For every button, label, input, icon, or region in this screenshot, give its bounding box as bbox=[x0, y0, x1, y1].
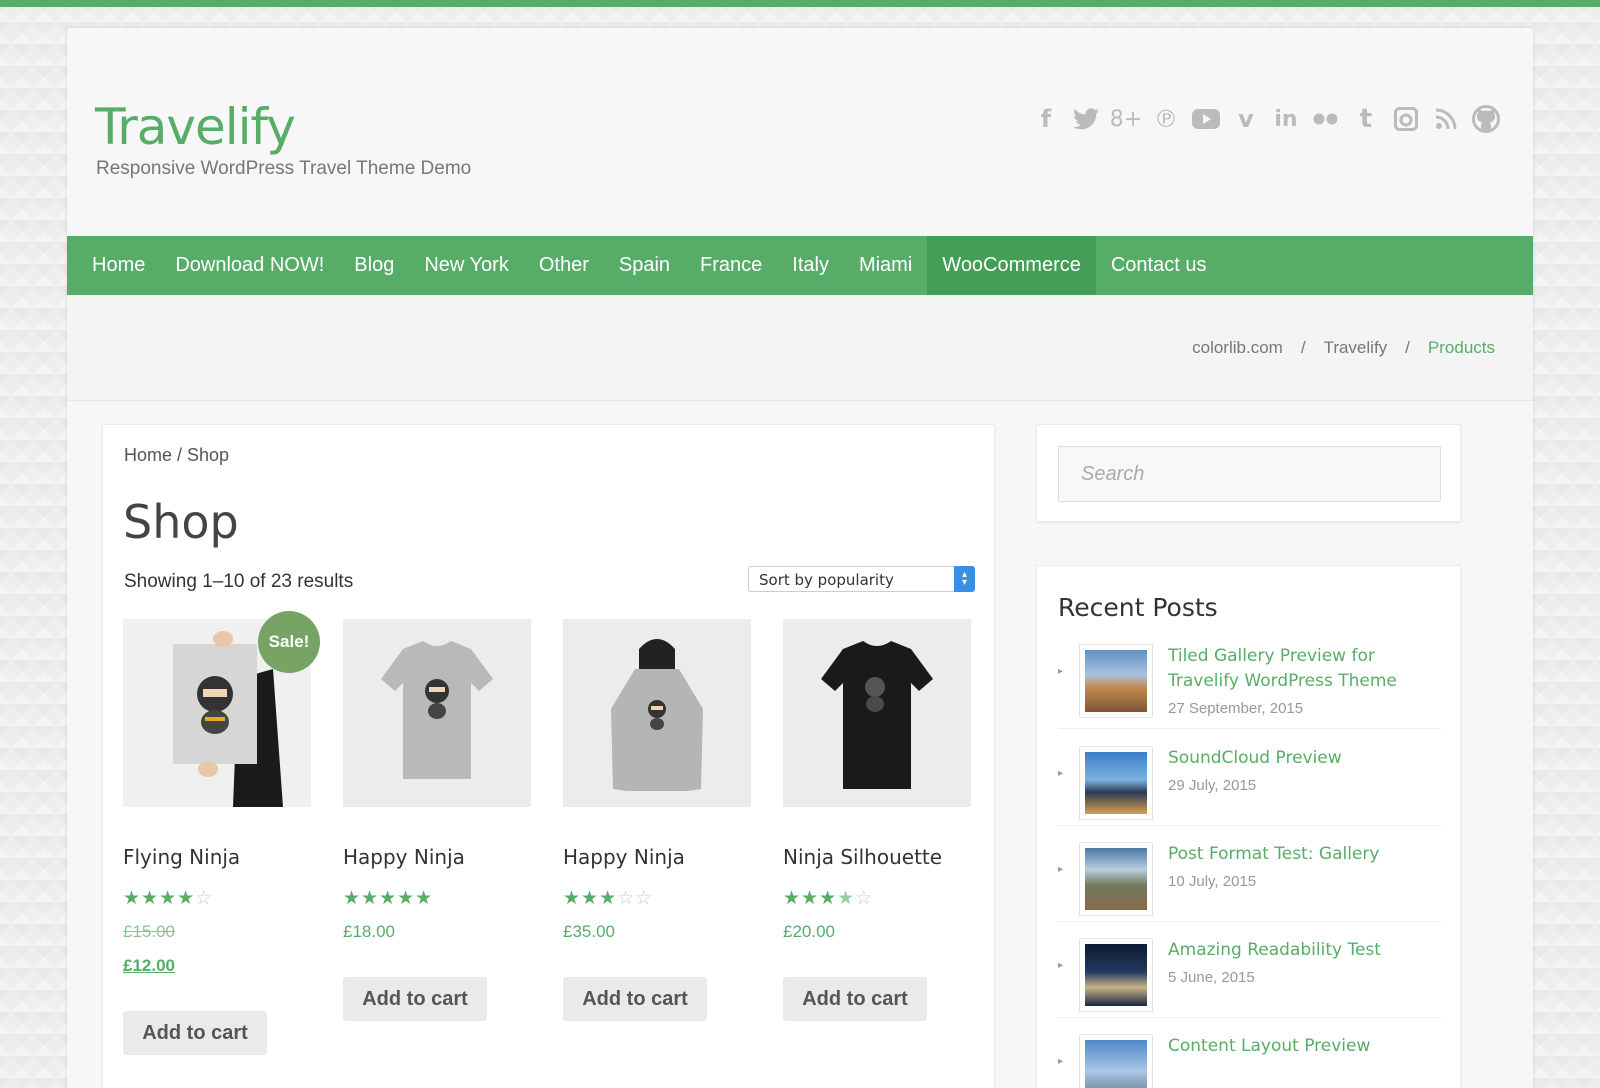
star-rating: ★★★☆☆ bbox=[563, 888, 654, 909]
product-name[interactable]: Ninja Silhouette bbox=[783, 845, 942, 869]
site-description: Responsive WordPress Travel Theme Demo bbox=[96, 158, 472, 179]
breadcrumb-bar: colorlib.com / Travelify / Products bbox=[67, 295, 1533, 401]
twitter-icon[interactable] bbox=[1071, 104, 1101, 134]
linkedin-icon[interactable]: in bbox=[1271, 104, 1301, 134]
bullet-icon: ▸ bbox=[1058, 1056, 1064, 1067]
vimeo-icon[interactable]: v bbox=[1231, 104, 1261, 134]
page-wrapper: Travelify Responsive WordPress Travel Th… bbox=[67, 28, 1533, 1088]
breadcrumb: colorlib.com / Travelify / Products bbox=[1192, 338, 1495, 358]
post-date: 5 June, 2015 bbox=[1168, 969, 1255, 986]
recent-posts-title: Recent Posts bbox=[1058, 593, 1218, 622]
add-to-cart-button[interactable]: Add to cart bbox=[343, 977, 487, 1021]
add-to-cart-button[interactable]: Add to cart bbox=[563, 977, 707, 1021]
facebook-icon[interactable]: f bbox=[1031, 104, 1061, 134]
select-arrows-icon: ▴ ▾ bbox=[954, 566, 975, 592]
post-thumbnail[interactable] bbox=[1079, 842, 1153, 916]
post-date: 29 July, 2015 bbox=[1168, 777, 1257, 794]
shop-breadcrumb[interactable]: Home / Shop bbox=[124, 445, 229, 466]
product-card: Sale! Flying Ninja ★★★★☆ £15.00 £12.00 A… bbox=[123, 611, 320, 1055]
product-card: Ninja Silhouette ★★★★☆ £20.00 Add to car… bbox=[783, 619, 971, 1021]
add-to-cart-button[interactable]: Add to cart bbox=[123, 1011, 267, 1055]
add-to-cart-button[interactable]: Add to cart bbox=[783, 977, 927, 1021]
star-rating: ★★★★☆ bbox=[783, 888, 874, 909]
post-title-link[interactable]: Content Layout Preview bbox=[1168, 1034, 1438, 1059]
top-accent-strip bbox=[0, 0, 1600, 7]
post-thumbnail[interactable] bbox=[1079, 746, 1153, 820]
nav-item-woocommerce[interactable]: WooCommerce bbox=[927, 236, 1096, 295]
sort-select-value: Sort by popularity bbox=[759, 571, 894, 589]
sale-price: £12.00 bbox=[123, 956, 175, 975]
post-thumbnail[interactable] bbox=[1079, 938, 1153, 1012]
sale-badge: Sale! bbox=[258, 611, 320, 673]
product-name[interactable]: Flying Ninja bbox=[123, 845, 240, 869]
youtube-icon[interactable] bbox=[1191, 104, 1221, 134]
nav-item-blog[interactable]: Blog bbox=[339, 236, 409, 295]
product-card: Happy Ninja ★★★★★ £18.00 Add to cart bbox=[343, 619, 531, 1021]
shop-content: Home / Shop Shop Showing 1–10 of 23 resu… bbox=[102, 424, 995, 1088]
post-thumbnail[interactable] bbox=[1079, 644, 1153, 718]
site-title[interactable]: Travelify bbox=[95, 98, 296, 156]
nav-item-other[interactable]: Other bbox=[524, 236, 604, 295]
list-item: ▸ Post Format Test: Gallery 10 July, 201… bbox=[1058, 842, 1441, 922]
bullet-icon: ▸ bbox=[1058, 768, 1064, 779]
result-count: Showing 1–10 of 23 results bbox=[124, 571, 354, 592]
nav-item-home[interactable]: Home bbox=[77, 236, 160, 295]
nav-item-france[interactable]: France bbox=[685, 236, 777, 295]
search-widget bbox=[1036, 424, 1461, 522]
instagram-icon[interactable] bbox=[1391, 104, 1421, 134]
product-price: £20.00 bbox=[783, 922, 835, 941]
social-icons: f 8+ ℗ v in t bbox=[1031, 104, 1501, 134]
search-input[interactable] bbox=[1058, 446, 1441, 502]
nav-item-spain[interactable]: Spain bbox=[604, 236, 685, 295]
bullet-icon: ▸ bbox=[1058, 864, 1064, 875]
product-image-tshirt-black[interactable] bbox=[783, 619, 971, 807]
product-price: £35.00 bbox=[563, 922, 615, 941]
list-item: ▸ SoundCloud Preview 29 July, 2015 bbox=[1058, 746, 1441, 826]
post-date: 10 July, 2015 bbox=[1168, 873, 1257, 890]
rss-icon[interactable] bbox=[1431, 104, 1461, 134]
product-card: Happy Ninja ★★★☆☆ £35.00 Add to cart bbox=[563, 619, 751, 1021]
main-navigation: Home Download NOW! Blog New York Other S… bbox=[67, 236, 1533, 295]
github-icon[interactable] bbox=[1471, 104, 1501, 134]
breadcrumb-link-travelify[interactable]: Travelify bbox=[1324, 338, 1388, 358]
nav-item-contact[interactable]: Contact us bbox=[1096, 236, 1222, 295]
page-title: Shop bbox=[123, 495, 239, 549]
breadcrumb-link-colorlib[interactable]: colorlib.com bbox=[1192, 338, 1283, 358]
tumblr-icon[interactable]: t bbox=[1351, 104, 1381, 134]
post-thumbnail[interactable] bbox=[1079, 1034, 1153, 1088]
nav-item-download[interactable]: Download NOW! bbox=[160, 236, 339, 295]
google-plus-icon[interactable]: 8+ bbox=[1110, 104, 1142, 134]
post-title-link[interactable]: SoundCloud Preview bbox=[1168, 746, 1438, 771]
post-title-link[interactable]: Amazing Readability Test bbox=[1168, 938, 1438, 963]
list-item: ▸ Tiled Gallery Preview for Travelify Wo… bbox=[1058, 644, 1441, 729]
pinterest-icon[interactable]: ℗ bbox=[1151, 104, 1181, 134]
bullet-icon: ▸ bbox=[1058, 666, 1064, 677]
recent-posts-widget: Recent Posts ▸ Tiled Gallery Preview for… bbox=[1036, 565, 1461, 1088]
old-price: £15.00 bbox=[123, 922, 175, 941]
bullet-icon: ▸ bbox=[1058, 960, 1064, 971]
star-rating: ★★★★★ bbox=[343, 888, 434, 909]
post-date: 27 September, 2015 bbox=[1168, 700, 1304, 717]
sort-select[interactable]: Sort by popularity ▴ ▾ bbox=[748, 566, 975, 592]
nav-item-new-york[interactable]: New York bbox=[409, 236, 524, 295]
breadcrumb-current: Products bbox=[1427, 338, 1495, 357]
product-name[interactable]: Happy Ninja bbox=[563, 845, 685, 869]
list-item: ▸ Amazing Readability Test 5 June, 2015 bbox=[1058, 938, 1441, 1018]
list-item: ▸ Content Layout Preview bbox=[1058, 1034, 1441, 1088]
post-title-link[interactable]: Tiled Gallery Preview for Travelify Word… bbox=[1168, 644, 1438, 694]
product-price: £18.00 bbox=[343, 922, 395, 941]
flickr-icon[interactable] bbox=[1311, 104, 1341, 134]
breadcrumb-separator: / bbox=[1405, 338, 1410, 357]
breadcrumb-separator: / bbox=[1300, 338, 1306, 357]
star-rating: ★★★★☆ bbox=[123, 888, 214, 909]
nav-item-miami[interactable]: Miami bbox=[844, 236, 927, 295]
product-image-hoodie[interactable] bbox=[563, 619, 751, 807]
nav-item-italy[interactable]: Italy bbox=[777, 236, 844, 295]
product-image-tshirt-grey[interactable] bbox=[343, 619, 531, 807]
post-title-link[interactable]: Post Format Test: Gallery bbox=[1168, 842, 1438, 867]
product-name[interactable]: Happy Ninja bbox=[343, 845, 465, 869]
